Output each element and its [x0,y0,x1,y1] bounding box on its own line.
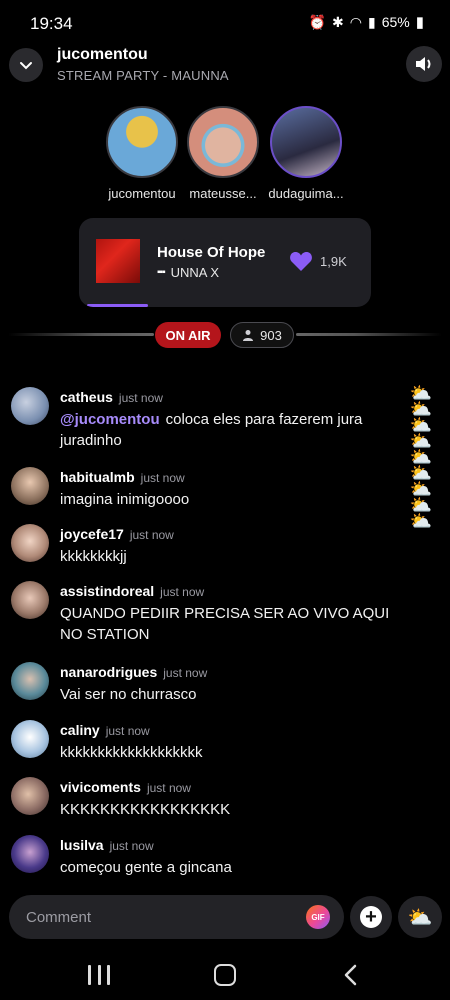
status-time: 19:34 [30,14,73,33]
comment-avatar[interactable] [11,467,49,505]
comment-time: just now [163,666,208,680]
comment-time: just now [118,391,163,405]
comment-avatar[interactable] [11,581,49,619]
comment-time: just now [140,471,185,485]
home-button[interactable] [214,964,236,986]
album-art [96,239,140,283]
comment-text: Vai ser no churrasco [60,686,197,703]
on-air-badge: ON AIR [155,322,221,348]
comment-input[interactable] [9,895,344,939]
status-icons: ⏰ ✱ ◠ ▮ 65% ▮ [308,13,424,32]
viewer-count-badge[interactable]: 903 [230,322,294,348]
host-name: dudaguima... [268,186,344,201]
stream-header: jucomentou STREAM PARTY - MAUNNA [0,44,450,90]
comment-username[interactable]: caliny just now [60,722,150,738]
weather-icon: ⛅ [409,511,433,531]
alarm-icon: ⏰ [308,13,327,30]
comment-username[interactable]: joycefe17 just now [60,526,174,542]
comment-avatar[interactable] [11,777,49,815]
recent-apps-button[interactable] [88,965,110,985]
heart-icon [290,252,312,271]
like-count: 1,9K [320,254,347,269]
comment-text: começou gente a gincana [60,859,232,876]
back-arrow-icon [344,964,357,986]
wifi-icon: ◠ [349,13,362,30]
host-avatar [106,106,178,178]
gif-button[interactable]: GIF [306,905,330,929]
comment-time: just now [105,724,150,738]
comment-text: kkkkkkkkjj [60,548,127,565]
collapse-button[interactable] [9,48,43,82]
comment-avatar[interactable] [11,720,49,758]
battery-percent: 65% [381,14,410,30]
host-item[interactable]: jucomentou [97,106,187,201]
recent-apps-icon [88,965,91,985]
comment-username[interactable]: catheus just now [60,389,163,405]
track-title: House Of Hope [157,244,266,261]
host-item[interactable]: dudaguima... [261,106,351,201]
reaction-button[interactable]: ⛅ [398,896,442,938]
viewer-count: 903 [260,327,282,343]
comment-time: just now [146,781,191,795]
comment-avatar[interactable] [11,524,49,562]
comment-text: imagina inimigoooo [60,491,190,508]
comment-time: just now [129,528,174,542]
status-bar: 19:34 ⏰ ✱ ◠ ▮ 65% ▮ [0,0,450,48]
track-artist-row: ▪▪▪ UNNA X [157,265,219,280]
comment-username[interactable]: assistindoreal just now [60,583,204,599]
host-name: jucomentou [108,186,176,201]
comment-username[interactable]: habitualmb just now [60,469,185,485]
comment-time: just now [160,585,205,599]
signal-icon: ▮ [367,13,376,30]
host-avatar [270,106,342,178]
host-list: jucomentou mateusse... dudaguima... [0,106,450,206]
bluetooth-icon: ✱ [332,13,344,30]
comment-text: QUANDO PEDIIR PRECISA SER AO VIVO AQUI N… [60,605,390,643]
comment-text: @jucomentou coloca eles para fazerem jura… [60,411,363,449]
comment-mention[interactable]: @jucomentou [60,411,160,428]
stream-title: jucomentou [57,46,148,63]
person-icon [243,330,254,341]
chevron-down-icon [20,62,32,70]
host-item[interactable]: mateusse... [178,106,268,201]
comment-username[interactable]: vivicoments just now [60,779,191,795]
like-button[interactable] [289,250,313,277]
comment-text: KKKKKKKKKKKKKKKKK [60,801,231,818]
weather-icon: ⛅ [407,906,433,929]
host-name: mateusse... [189,186,257,201]
host-avatar [187,106,259,178]
track-progress-bar [87,304,148,307]
system-nav-bar [0,950,450,1000]
comment-text: kkkkkkkkkkkkkkkkkkk [60,744,203,761]
stream-subtitle: STREAM PARTY - MAUNNA [57,68,229,83]
back-button[interactable] [340,963,362,987]
explicit-icon: ▪▪▪ [157,267,166,278]
add-button[interactable]: + [350,896,392,938]
now-playing-card[interactable]: House Of Hope ▪▪▪ UNNA X 1,9K [79,218,371,307]
track-artist: UNNA X [170,265,220,280]
divider [8,333,154,336]
sound-button[interactable] [406,46,442,82]
comment-username[interactable]: lusilva just now [60,837,154,853]
divider [296,333,442,336]
plus-icon: + [360,906,382,928]
comment-avatar[interactable] [11,387,49,425]
speaker-icon [416,57,431,71]
comment-username[interactable]: nanarodrigues just now [60,664,207,680]
battery-icon: ▮ [415,14,424,31]
comment-avatar[interactable] [11,835,49,873]
comment-avatar[interactable] [11,662,49,700]
comment-composer: GIF + ⛅ [0,895,450,941]
comment-time: just now [109,839,154,853]
